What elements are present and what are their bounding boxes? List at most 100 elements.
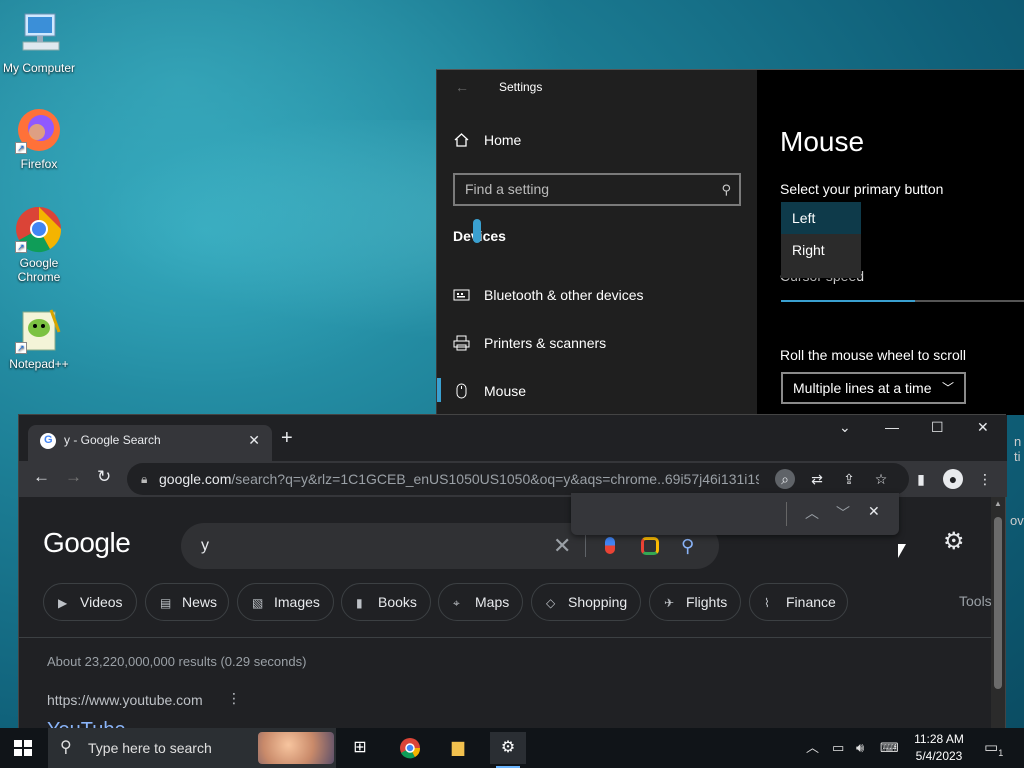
mouse-icon xyxy=(453,383,470,399)
scroll-mode-select[interactable]: Multiple lines at a time ﹀ xyxy=(781,372,966,404)
sidebar-item-bluetooth[interactable]: Bluetooth & other devices xyxy=(453,287,644,303)
notifications-icon[interactable]: ▭1 xyxy=(984,728,1003,768)
minimize-button[interactable]: — xyxy=(885,419,899,435)
page-title: Mouse xyxy=(780,126,865,157)
volume-icon[interactable]: 🔊︎ xyxy=(856,728,864,768)
scrollbar-thumb[interactable] xyxy=(994,517,1002,689)
sidebar-item-printers[interactable]: Printers & scanners xyxy=(453,335,606,351)
result-menu-icon[interactable]: ⋮ xyxy=(227,690,241,707)
keyboard-icon[interactable]: ⌨ xyxy=(880,728,899,768)
chip-books[interactable]: ▮ Books xyxy=(341,583,431,621)
divider xyxy=(585,535,586,557)
keyboard-icon xyxy=(453,287,470,303)
close-window-button[interactable]: ✕ xyxy=(977,419,989,436)
new-tab-button[interactable]: + xyxy=(281,427,293,450)
video-icon: ▶ xyxy=(58,596,68,610)
primary-button-dropdown[interactable]: Left Right xyxy=(781,202,861,278)
dropdown-option-right[interactable]: Right xyxy=(781,234,861,266)
tab-title: y - Google Search xyxy=(64,433,161,447)
forward-button[interactable]: → xyxy=(65,467,82,487)
shortcut-arrow-icon: ↗ xyxy=(15,241,27,253)
divider xyxy=(786,502,787,526)
sidebar-item-label: Bluetooth & other devices xyxy=(484,287,644,303)
slider-thumb[interactable] xyxy=(473,219,481,243)
cursor-speed-slider[interactable] xyxy=(781,300,1024,302)
find-close-icon[interactable]: ✕ xyxy=(868,503,880,520)
chip-maps[interactable]: ⌖ Maps xyxy=(438,583,523,621)
url-text: google.com/search?q=y&rlz=1C1GCEB_enUS10… xyxy=(159,463,759,495)
network-icon[interactable]: ▭ xyxy=(832,728,844,768)
settings-gear-icon[interactable]: ⚙ xyxy=(943,527,965,556)
side-panel-icon[interactable]: ▮ xyxy=(911,469,931,489)
taskbar: ⚲ Type here to search ⊞ ▆ ⚙ ︿ ▭ 🔊︎ ⌨ 11:… xyxy=(0,728,1024,768)
file-explorer-icon[interactable]: ▆ xyxy=(440,732,476,764)
bookmark-star-icon[interactable]: ☆ xyxy=(871,469,891,489)
chip-news[interactable]: ▤ News xyxy=(145,583,229,621)
settings-title: Settings xyxy=(499,80,543,94)
sidebar-item-label: Mouse xyxy=(484,383,527,399)
show-hidden-icons-chevron-icon[interactable]: ︿ xyxy=(806,728,819,768)
primary-button-label: Select your primary button xyxy=(780,181,944,197)
task-view-icon[interactable]: ⊞ xyxy=(342,732,378,764)
chip-label: Videos xyxy=(80,594,123,610)
desktop-icon-label: Google Chrome xyxy=(17,256,61,284)
search-icon: ⚲ xyxy=(60,739,72,756)
clock-date: 5/4/2023 xyxy=(915,749,963,763)
chip-flights[interactable]: ✈ Flights xyxy=(649,583,741,621)
chip-label: Books xyxy=(378,594,417,610)
google-lens-icon[interactable] xyxy=(641,537,659,555)
desktop-icon-chrome[interactable]: ↗ Google Chrome xyxy=(2,205,76,284)
reload-button[interactable]: ↻ xyxy=(97,467,111,487)
result-url[interactable]: https://www.youtube.com xyxy=(47,692,203,708)
nav-home[interactable]: Home xyxy=(453,132,521,148)
slider-fill xyxy=(781,300,916,302)
sidebar-item-mouse[interactable]: Mouse xyxy=(453,383,526,399)
chip-images[interactable]: ▧ Images xyxy=(237,583,334,621)
taskbar-settings-icon[interactable]: ⚙ xyxy=(490,732,526,768)
chip-label: Maps xyxy=(475,594,510,610)
translate-icon[interactable]: ⇄ xyxy=(807,469,827,489)
profile-avatar-icon[interactable]: ● xyxy=(943,469,963,489)
windows-start-icon[interactable] xyxy=(14,740,32,756)
search-highlight-image xyxy=(258,732,334,764)
notification-count: 1 xyxy=(998,748,1004,758)
chip-videos[interactable]: ▶ Videos xyxy=(43,583,137,621)
microphone-icon[interactable] xyxy=(605,537,615,554)
menu-kebab-icon[interactable]: ⋮ xyxy=(975,469,995,489)
find-in-page-icon[interactable]: ⌕ xyxy=(775,469,795,489)
scroll-label: Roll the mouse wheel to scroll xyxy=(780,347,966,363)
taskbar-chrome-icon[interactable] xyxy=(392,732,428,764)
settings-search-input[interactable]: Find a setting ⚲ xyxy=(453,173,741,206)
desktop-icon-firefox[interactable]: ↗ Firefox xyxy=(2,106,76,171)
scroll-up-arrow-icon[interactable]: ▲ xyxy=(994,499,1002,508)
back-arrow-icon[interactable]: ← xyxy=(455,70,469,104)
browser-tab[interactable]: G y - Google Search ✕ xyxy=(28,425,272,461)
system-clock[interactable]: 11:28 AM 5/4/2023 xyxy=(908,731,970,765)
page-scrollbar[interactable]: ▲ xyxy=(991,497,1005,729)
find-previous-icon[interactable]: ︿ xyxy=(805,503,819,523)
chip-finance[interactable]: ⌇ Finance xyxy=(749,583,848,621)
nav-home-label: Home xyxy=(484,132,522,148)
tools-button[interactable]: Tools xyxy=(959,593,992,609)
address-bar[interactable]: 🔒︎ google.com/search?q=y&rlz=1C1GCEB_enU… xyxy=(127,463,909,495)
maximize-button[interactable]: ☐ xyxy=(931,419,944,436)
tab-search-chevron-icon[interactable]: ⌄ xyxy=(839,419,851,436)
shortcut-arrow-icon: ↗ xyxy=(15,342,27,354)
chrome-window: G y - Google Search ✕ + ⌄ — ☐ ✕ ← → ↻ 🔒︎… xyxy=(18,414,1007,741)
chip-label: Finance xyxy=(786,594,836,610)
find-next-icon[interactable]: ﹀ xyxy=(836,503,850,523)
clear-icon[interactable]: ✕ xyxy=(553,523,571,569)
desktop-icon-notepadpp[interactable]: ↗ Notepad++ xyxy=(2,306,76,371)
chevron-down-icon: ﹀ xyxy=(941,381,954,395)
taskbar-search-input[interactable]: ⚲ Type here to search xyxy=(48,728,336,768)
google-logo[interactable]: Google xyxy=(43,527,131,559)
desktop-icon-my-computer[interactable]: My Computer xyxy=(2,10,76,75)
share-icon[interactable]: ⇪ xyxy=(839,469,859,489)
taskbar-search-placeholder: Type here to search xyxy=(88,740,212,756)
printer-icon xyxy=(453,335,470,351)
dropdown-option-left[interactable]: Left xyxy=(781,202,861,234)
back-button[interactable]: ← xyxy=(33,467,50,487)
chrome-icon: ↗ xyxy=(15,205,63,253)
chip-shopping[interactable]: ◇ Shopping xyxy=(531,583,641,621)
close-tab-icon[interactable]: ✕ xyxy=(248,425,260,455)
